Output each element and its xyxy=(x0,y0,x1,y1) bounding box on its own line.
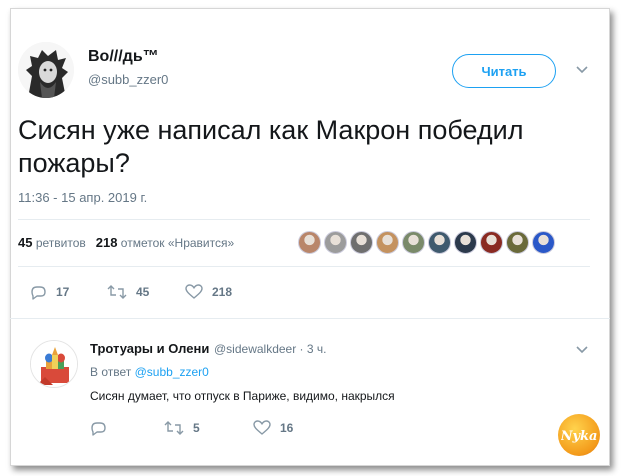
svg-text:Nyka: Nyka xyxy=(561,429,597,444)
liker-avatar[interactable] xyxy=(402,231,425,254)
liker-avatar[interactable] xyxy=(506,231,529,254)
chevron-down-icon[interactable] xyxy=(576,65,588,75)
follow-button[interactable]: Читать xyxy=(452,54,556,88)
author-avatar[interactable] xyxy=(18,42,74,98)
reply-author-avatar[interactable] xyxy=(30,340,78,388)
liker-avatar[interactable] xyxy=(428,231,451,254)
retweet-icon xyxy=(107,285,127,299)
in-reply-to-link[interactable]: @subb_zzer0 xyxy=(135,365,209,379)
retweet-icon xyxy=(164,421,184,435)
reply-text: Сисян думает, что отпуск в Париже, видим… xyxy=(90,389,395,403)
liker-avatar[interactable] xyxy=(454,231,477,254)
reply-retweet-count: 5 xyxy=(193,421,200,435)
reply-icon xyxy=(31,286,46,300)
reply-icon xyxy=(91,422,106,436)
retweets-stat[interactable]: 45 ретвитов xyxy=(18,235,86,250)
reply-count: 17 xyxy=(56,285,70,299)
liker-avatar[interactable] xyxy=(324,231,347,254)
liker-avatar[interactable] xyxy=(298,231,321,254)
site-logo-watermark: Nyka xyxy=(558,414,600,456)
reply-like-button[interactable]: 16 xyxy=(253,420,293,436)
divider xyxy=(18,266,590,267)
like-button[interactable]: 218 xyxy=(185,284,232,300)
divider xyxy=(18,219,590,220)
author-handle[interactable]: @subb_zzer0 xyxy=(88,72,168,87)
tweet-actions: 17 45 218 xyxy=(30,284,232,300)
liker-avatar[interactable] xyxy=(376,231,399,254)
reply-reply-button[interactable] xyxy=(90,420,164,436)
heart-icon xyxy=(253,420,271,435)
chevron-down-icon[interactable] xyxy=(576,345,588,355)
tweet-stats: 45 ретвитов 218 отметок «Нравится» xyxy=(18,235,234,250)
tweet-timestamp[interactable]: 11:36 - 15 апр. 2019 г. xyxy=(18,190,147,205)
in-reply-to: В ответ @subb_zzer0 xyxy=(90,365,209,379)
heart-icon xyxy=(185,284,203,299)
like-count: 218 xyxy=(212,285,233,299)
reply-actions: 5 16 xyxy=(90,420,293,436)
reply-button[interactable]: 17 xyxy=(30,284,107,300)
reply-retweet-button[interactable]: 5 xyxy=(164,420,253,436)
retweet-button[interactable]: 45 xyxy=(107,284,185,300)
reply-like-count: 16 xyxy=(280,421,294,435)
reply-author-handle[interactable]: @sidewalkdeer · 3 ч. xyxy=(214,342,326,356)
liker-avatar[interactable] xyxy=(532,231,555,254)
liker-avatar[interactable] xyxy=(350,231,373,254)
likes-stat[interactable]: 218 отметок «Нравится» xyxy=(96,235,234,250)
liker-avatar[interactable] xyxy=(480,231,503,254)
reply-author-name[interactable]: Тротуары и Олени xyxy=(90,341,209,356)
divider xyxy=(10,318,610,319)
liker-avatars xyxy=(298,231,555,254)
tweet-text: Сисян уже написал как Макрон победил пож… xyxy=(18,115,524,178)
retweet-count: 45 xyxy=(136,285,150,299)
author-display-name[interactable]: Во///дь™ xyxy=(88,48,159,66)
